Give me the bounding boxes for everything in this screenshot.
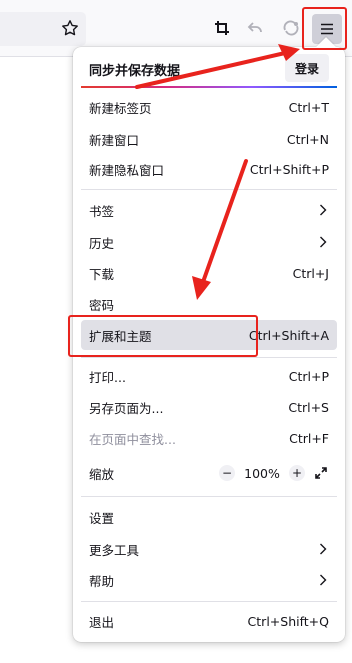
menu-item-label: 帮助 — [89, 573, 115, 589]
menu-separator — [81, 496, 337, 497]
menu-item-label: 新建窗口 — [89, 132, 140, 148]
menu-item-shortcut: Ctrl+Shift+P — [249, 161, 329, 177]
menu-item-label: 缩放 — [89, 466, 115, 482]
sync-header: 同步并保存数据 登录 — [81, 54, 337, 84]
menu-item-label: 新建标签页 — [89, 100, 152, 116]
menu-item-shortcut: Ctrl+T — [288, 99, 329, 115]
annotation-box-addons — [68, 315, 258, 357]
menu-item-new-private-window[interactable]: 新建隐私窗口 Ctrl+Shift+P — [81, 154, 337, 184]
chevron-right-icon — [317, 204, 329, 216]
menu-item-label: 密码 — [89, 297, 115, 313]
menu-item-more-tools[interactable]: 更多工具 — [81, 534, 337, 564]
login-button[interactable]: 登录 — [285, 54, 329, 82]
sync-icon[interactable] — [278, 15, 304, 41]
zoom-level[interactable]: 100% — [243, 466, 281, 481]
menu-item-label: 打印... — [89, 369, 126, 385]
menu-item-label: 书签 — [89, 203, 115, 219]
fullscreen-icon[interactable] — [313, 465, 329, 481]
chevron-right-icon — [317, 543, 329, 555]
menu-item-history[interactable]: 历史 — [81, 227, 337, 257]
annotation-box-menu-button — [302, 7, 347, 50]
zoom-in-button[interactable]: + — [289, 465, 305, 481]
menu-item-shortcut: Ctrl+F — [289, 430, 329, 446]
menu-item-shortcut: Ctrl+J — [292, 265, 329, 281]
menu-item-label: 更多工具 — [89, 542, 140, 558]
menu-item-exit[interactable]: 退出 Ctrl+Shift+Q — [81, 606, 337, 636]
menu-item-bookmarks[interactable]: 书签 — [81, 195, 337, 225]
chevron-right-icon — [317, 574, 329, 586]
menu-separator — [81, 601, 337, 602]
menu-item-shortcut: Ctrl+Shift+A — [248, 327, 329, 343]
menu-separator — [81, 357, 337, 358]
menu-item-save-page[interactable]: 另存页面为... Ctrl+S — [81, 392, 337, 422]
zoom-out-button[interactable]: − — [219, 465, 235, 481]
menu-item-new-tab[interactable]: 新建标签页 Ctrl+T — [81, 92, 337, 122]
menu-item-downloads[interactable]: 下载 Ctrl+J — [81, 258, 337, 288]
menu-item-label: 退出 — [89, 614, 115, 630]
bookmark-star-icon[interactable] — [57, 15, 83, 41]
menu-item-label: 另存页面为... — [89, 400, 164, 416]
screenshot-crop-icon[interactable] — [209, 15, 235, 41]
menu-item-settings[interactable]: 设置 — [81, 502, 337, 532]
menu-item-shortcut: Ctrl+P — [288, 368, 329, 384]
menu-separator — [81, 189, 337, 190]
sync-divider — [81, 86, 337, 88]
menu-item-label: 历史 — [89, 235, 115, 251]
menu-item-shortcut: Ctrl+S — [288, 399, 329, 415]
menu-item-zoom: 缩放 − 100% + — [81, 458, 337, 488]
menu-item-new-window[interactable]: 新建窗口 Ctrl+N — [81, 124, 337, 154]
menu-item-label: 在页面中查找... — [89, 431, 176, 447]
back-arrow-icon[interactable] — [242, 15, 268, 41]
menu-item-label: 设置 — [89, 510, 115, 526]
sync-title: 同步并保存数据 — [89, 63, 181, 79]
menu-item-label: 下载 — [89, 266, 115, 282]
menu-item-help[interactable]: 帮助 — [81, 565, 337, 595]
zoom-controls: − 100% + — [219, 465, 329, 481]
chevron-right-icon — [317, 236, 329, 248]
menu-item-shortcut: Ctrl+Shift+Q — [247, 613, 329, 629]
menu-item-find-in-page[interactable]: 在页面中查找... Ctrl+F — [81, 423, 337, 453]
menu-item-shortcut: Ctrl+N — [286, 131, 329, 147]
menu-item-print[interactable]: 打印... Ctrl+P — [81, 361, 337, 391]
menu-item-label: 新建隐私窗口 — [89, 162, 165, 178]
